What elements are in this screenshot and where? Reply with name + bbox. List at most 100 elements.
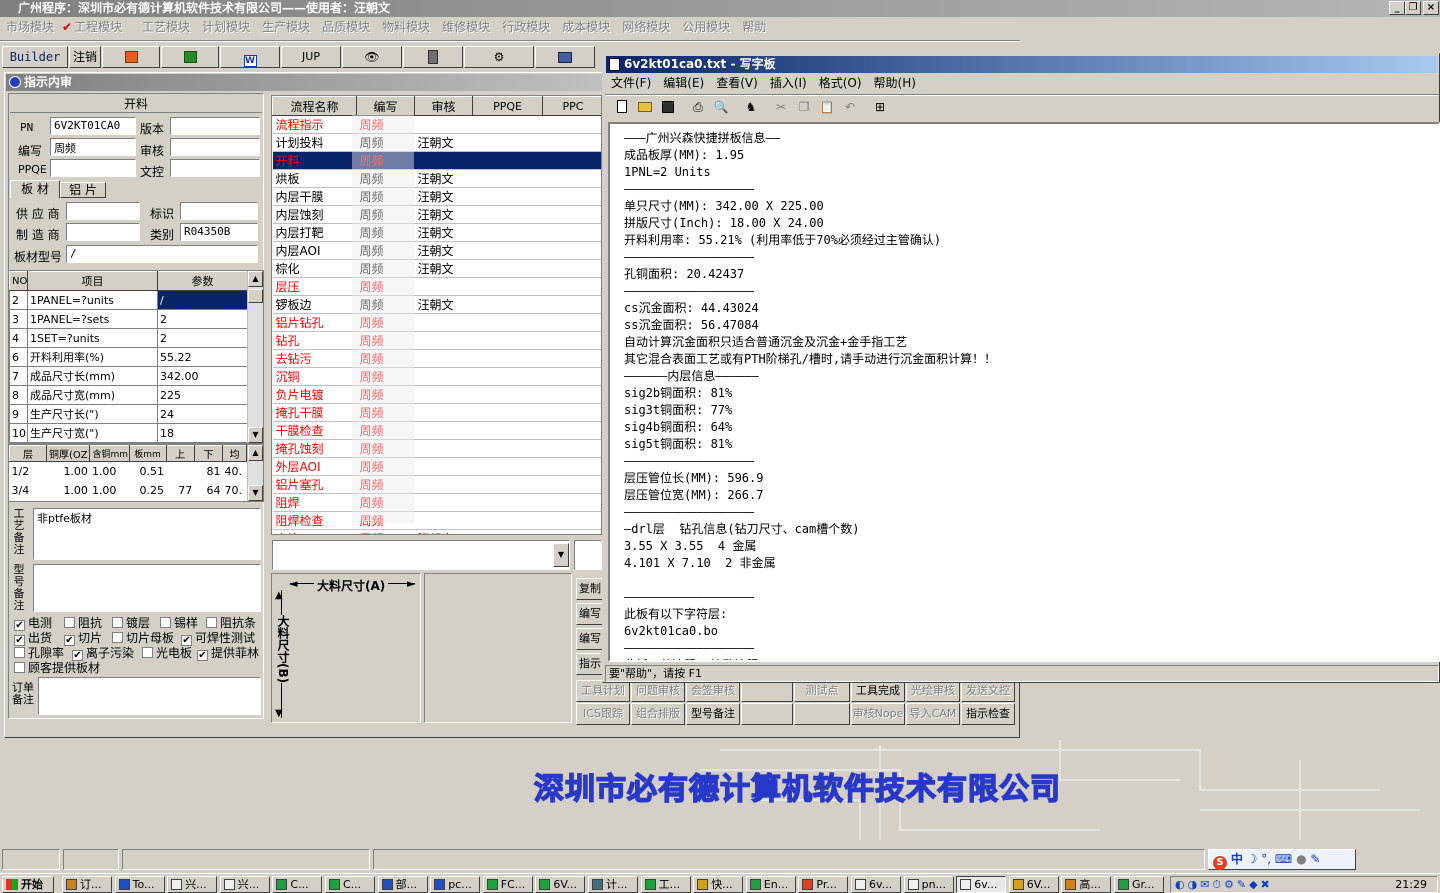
table-row[interactable]: 3/4 1.00 1.00 0.25 77 64 70.	[10, 481, 247, 500]
table-row[interactable]: 3 1PANEL=?sets 2	[9, 309, 248, 329]
print-icon[interactable]: ⎙	[687, 97, 709, 119]
process-remark-field[interactable]: 非ptfe板材	[33, 508, 261, 560]
table-row[interactable]: 2 1PANEL=?units /	[9, 290, 248, 310]
taskbar-item[interactable]: C...	[272, 876, 323, 893]
menu-market[interactable]: 市场模块	[0, 17, 60, 37]
taskbar-item[interactable]: 快...	[693, 876, 744, 893]
test-point-button[interactable]: 测试点	[794, 680, 850, 702]
col-ppc[interactable]: PPC	[542, 96, 601, 116]
combo-layout-button[interactable]: 组合排版	[631, 703, 685, 725]
ime-toolbar[interactable]: S 中 ☽ °, ⌨ ● ✎	[1208, 849, 1356, 870]
start-button[interactable]: 开始	[2, 876, 54, 893]
taskbar-item[interactable]: Gr...	[1114, 876, 1164, 893]
blank-button-2[interactable]	[741, 703, 793, 725]
board-model-field[interactable]: /	[66, 245, 258, 263]
review-field[interactable]	[170, 138, 260, 156]
checkbox-photo-board[interactable]: 光电板	[142, 644, 192, 661]
new-icon[interactable]	[611, 97, 633, 119]
menu-material[interactable]: 物料模块	[376, 17, 436, 37]
maker-field[interactable]	[66, 223, 140, 241]
flow-row[interactable]: 棕化 周频 汪朝文	[272, 259, 601, 278]
undo-icon[interactable]: ↶	[839, 97, 861, 119]
taskbar-item[interactable]: 订...	[62, 876, 112, 893]
edit-button-2[interactable]: 编写	[576, 628, 604, 650]
jup-button[interactable]: JUP	[281, 46, 341, 68]
restore-button[interactable]: ❐	[1405, 1, 1421, 15]
minimize-button[interactable]: _	[1389, 1, 1405, 15]
wp-menu-format[interactable]: 格式(O)	[813, 74, 868, 92]
doc-field[interactable]	[170, 159, 260, 177]
side-field[interactable]	[574, 540, 602, 570]
params-scrollbar[interactable]: ▲ ▼	[247, 271, 263, 443]
open-icon[interactable]	[634, 97, 656, 119]
flow-row[interactable]: 内层干膜 周频 汪朝文	[272, 187, 601, 206]
copy-icon[interactable]: ❐	[793, 97, 815, 119]
col-ppqe[interactable]: PPQE	[472, 96, 543, 116]
flow-row[interactable]: 掩孔蚀刻 周频	[272, 439, 601, 458]
col-reviewer[interactable]: 审核	[414, 96, 473, 116]
wp-menu-help[interactable]: 帮助(H)	[868, 74, 922, 92]
menu-common[interactable]: 公用模块	[676, 17, 736, 37]
flow-row[interactable]: 字符周频汪朝文	[272, 529, 601, 534]
edit-button[interactable]: 编写	[576, 603, 604, 625]
flow-row[interactable]: 阻焊检查 周频	[272, 511, 601, 530]
review-nope-button[interactable]: 审核Nope	[851, 703, 905, 725]
save-icon[interactable]	[657, 97, 679, 119]
blank-button-1[interactable]	[741, 680, 793, 702]
col-author[interactable]: 编写	[356, 96, 415, 116]
layer-scrollbar[interactable]: ▲ ▼	[247, 445, 263, 501]
scroll-up-icon[interactable]: ▲	[248, 445, 263, 461]
ime-mode[interactable]: 中	[1231, 852, 1243, 866]
taskbar-item[interactable]: 部...	[377, 876, 428, 893]
photoplot-review-button[interactable]: 光绘审核	[906, 680, 960, 702]
insert-object-icon[interactable]: ⊞	[869, 97, 891, 119]
order-remark-field[interactable]	[38, 677, 261, 715]
flow-combo[interactable]	[272, 540, 570, 570]
wp-menu-insert[interactable]: 插入(I)	[764, 74, 813, 92]
flow-row[interactable]: 掩孔干膜 周频	[272, 403, 601, 422]
scroll-down-icon[interactable]: ▼	[248, 485, 263, 501]
tool-done-button[interactable]: 工具完成	[851, 680, 905, 702]
author-field[interactable]: 周频	[50, 138, 136, 156]
archive-button[interactable]	[403, 46, 463, 68]
taskbar-item[interactable]: Pr...	[798, 876, 849, 893]
table-row[interactable]: 1/2 1.00 1.00 0.51 81 40.	[10, 462, 247, 481]
col-flow-name[interactable]: 流程名称	[272, 96, 357, 116]
copy-button[interactable]: 复制	[576, 578, 604, 600]
taskbar-item[interactable]: 6V...	[1008, 876, 1059, 893]
menu-plan[interactable]: 计划模块	[196, 17, 256, 37]
wp-menu-edit[interactable]: 编辑(E)	[657, 74, 710, 92]
paste-icon[interactable]: 📋	[816, 97, 838, 119]
taskbar-item[interactable]: 6v...	[956, 876, 1007, 893]
checkbox-film[interactable]: ✔ 提供菲林	[197, 644, 259, 661]
category-field[interactable]: R04350B	[180, 223, 258, 241]
table-row[interactable]: 10 生产尺寸宽(") 18	[9, 423, 248, 443]
scroll-down-icon[interactable]: ▼	[248, 427, 263, 443]
flow-row[interactable]: 锣板边 周频 汪朝文	[272, 295, 601, 314]
menu-quality[interactable]: 品质模块	[316, 17, 376, 37]
taskbar-item[interactable]: pn...	[903, 876, 954, 893]
instruct-button[interactable]: 指示	[576, 653, 604, 675]
flow-row[interactable]: 负片电镀 周频	[272, 385, 601, 404]
flow-row[interactable]: 外层AOI 周频	[272, 457, 601, 476]
network-button[interactable]: ⚙	[464, 46, 534, 68]
tab-board[interactable]: 板 材	[10, 180, 60, 198]
table-row[interactable]: 8 成品尺寸宽(mm) 225	[9, 385, 248, 405]
checkbox-customer-board[interactable]: 顾客提供板材	[14, 659, 100, 676]
scroll-up-icon[interactable]: ▲	[248, 271, 263, 287]
wp-menu-file[interactable]: 文件(F)	[605, 74, 657, 92]
tool-plan-button[interactable]: 工具计划	[576, 680, 630, 702]
blank-button-3[interactable]	[794, 703, 850, 725]
builder-button[interactable]: Builder	[2, 46, 68, 68]
taskbar-item[interactable]: 6V...	[535, 876, 586, 893]
flow-row[interactable]: 铝片塞孔 周频	[272, 475, 601, 494]
import-cam-button[interactable]: 导入CAM	[906, 703, 960, 725]
flow-row[interactable]: 内层蚀刻 周频 汪朝文	[272, 205, 601, 224]
taskbar-item[interactable]: 兴...	[219, 876, 270, 893]
taskbar-item[interactable]: 高...	[1061, 876, 1112, 893]
taskbar-item[interactable]: pc...	[430, 876, 481, 893]
powerpoint-button[interactable]	[102, 46, 160, 68]
taskbar-item[interactable]: 工...	[640, 876, 691, 893]
flow-row[interactable]: 层压 周频	[272, 277, 601, 296]
flow-row[interactable]: 内层打靶 周频 汪朝文	[272, 223, 601, 242]
